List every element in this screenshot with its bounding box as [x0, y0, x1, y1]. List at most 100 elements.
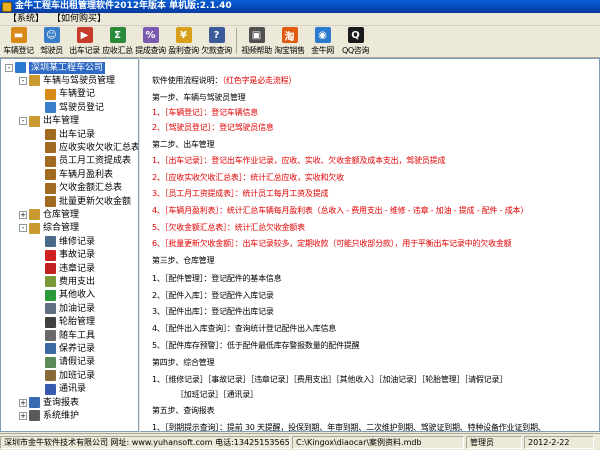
- toolbar-button-summary[interactable]: Σ 应收汇总: [101, 26, 134, 57]
- tree-node[interactable]: 其他收入: [45, 289, 95, 302]
- tree-node[interactable]: 驾驶员登记: [45, 101, 104, 114]
- tree-node[interactable]: 加班记录: [45, 369, 95, 382]
- toolbar-button-globe[interactable]: ◉ 金牛网: [306, 26, 339, 57]
- company-icon: [15, 62, 26, 73]
- tree-node[interactable]: + 查询报表: [19, 396, 79, 409]
- tree-node[interactable]: - 综合管理: [19, 222, 79, 235]
- instruction-text: （红色字是必走流程）: [222, 75, 297, 85]
- doc-icon: [45, 196, 56, 207]
- folder-icon: [29, 209, 40, 221]
- tree-node[interactable]: 员工月工资提成表: [45, 155, 131, 168]
- toolbar-button-commission[interactable]: % 提成查询: [134, 26, 167, 57]
- tree-node[interactable]: 违章记录: [45, 262, 95, 275]
- toolbar-button-video[interactable]: ▣ 视频帮助: [240, 26, 273, 57]
- leave-icon: [45, 356, 56, 368]
- tree-node[interactable]: 出车记录: [45, 128, 95, 141]
- tree-node[interactable]: 保养记录: [45, 342, 95, 355]
- tree-node-label: 维修记录: [59, 236, 96, 247]
- navigation-tree[interactable]: - 深圳某工程车公司 - 车辆与驾驶员管理车辆登记 驾驶员登记 - 出车管理 出车记录 应收实收…: [0, 58, 139, 432]
- tree-node[interactable]: 车辆登记: [45, 88, 95, 101]
- tree-node-label: 违章记录: [59, 263, 96, 274]
- status-bar: 深圳市金牛软件技术有限公司 网址: www.yuhansoft.com 电话:1…: [0, 433, 600, 450]
- instruction-line: 3、［员工月工资提成表］：统计员工每月工资及提成: [152, 188, 328, 199]
- instruction-line: 5、［配件库存预警］：低于配件最低库存警报数量的配件提醒: [152, 340, 360, 351]
- tree-node[interactable]: 请假记录: [45, 356, 95, 369]
- toolbar-button-truck[interactable]: ▬ 车辆登记: [2, 26, 35, 57]
- collapse-icon[interactable]: -: [19, 117, 27, 126]
- toolbar-button-taobao[interactable]: 淘淘宝销售: [273, 26, 306, 57]
- instruction-text: 3、［员工月工资提成表］：统计员工每月工资及提成: [152, 189, 329, 199]
- instruction-line: 第二步、出车管理: [152, 139, 215, 150]
- tree-node[interactable]: 维修记录: [45, 235, 95, 248]
- toolbar-button-label: QQ咨询: [342, 46, 369, 55]
- menu-how-to-buy[interactable]: 【如何购买】: [48, 13, 110, 25]
- toolbar-button-label: 盈利查询: [168, 46, 199, 55]
- expand-icon[interactable]: +: [19, 411, 27, 420]
- tree-node[interactable]: 加油记录: [45, 302, 95, 315]
- instruction-text: 5、［欠收金额汇总表］：统计汇总欠收金额表: [152, 222, 305, 232]
- tree-node[interactable]: 批量更新欠收金额: [45, 195, 131, 208]
- collapse-icon[interactable]: -: [19, 76, 27, 85]
- toolbar-button-label: 出车记录: [69, 46, 100, 55]
- toolbar-button-profit[interactable]: ¥ 盈利查询: [167, 26, 200, 57]
- instruction-text: 软件使用流程说明：: [152, 75, 223, 85]
- tree-node-label: 车辆登记: [59, 89, 96, 100]
- tree-node[interactable]: 随车工具: [45, 329, 95, 342]
- driver-icon: [45, 102, 56, 114]
- toolbar-button-label: 金牛网: [311, 46, 334, 55]
- toolbar-button-debt[interactable]: ? 欠款查询: [200, 26, 233, 57]
- toolbar-button-qq[interactable]: Q QQ咨询: [339, 26, 372, 57]
- instruction-line: 1、［到期提示查询］：提前 30 天提醒，投保到期、年审到期、二次维护到期、驾驶…: [152, 422, 546, 433]
- truck-icon: [45, 88, 56, 100]
- tree-node[interactable]: 费用支出: [45, 275, 95, 288]
- profit-icon: ¥: [175, 27, 192, 43]
- instruction-text: ［加班记录］［通讯录］: [176, 390, 258, 400]
- summary-icon: Σ: [109, 27, 126, 43]
- tree-node[interactable]: 欠收金额汇总表: [45, 182, 122, 195]
- tree-node-label: 加油记录: [59, 303, 96, 314]
- instruction-line: 2、［配件入库］：登记配件入库记录: [152, 290, 274, 301]
- toolbar-button-dispatch[interactable]: ▶ 出车记录: [68, 26, 101, 57]
- tree-node[interactable]: 车辆月盈利表: [45, 168, 113, 181]
- instruction-line: 第一步、车辆与驾驶员管理: [152, 92, 246, 103]
- report-icon: [29, 397, 40, 408]
- toolbar-button-label: 车辆登记: [3, 46, 34, 55]
- status-database-path: C:\Kingox\diaocar\案例资料.mdb: [292, 435, 464, 449]
- doc-icon: [45, 142, 56, 154]
- status-user: 管理员: [466, 435, 522, 449]
- instruction-line: 软件使用流程说明：（红色字是必走流程）: [152, 75, 296, 86]
- tree-node[interactable]: 应收实收欠收汇总表: [45, 141, 138, 154]
- video-icon: ▣: [248, 27, 265, 43]
- tree-node[interactable]: 轮胎管理: [45, 316, 95, 329]
- tree-node[interactable]: 事故记录: [45, 249, 95, 262]
- expand-icon[interactable]: +: [19, 210, 27, 219]
- tree-node-label: 随车工具: [59, 330, 96, 341]
- status-date: 2012-2-22: [524, 435, 594, 449]
- instruction-text: 5、［配件库存预警］：低于配件最低库存警报数量的配件提醒: [152, 340, 360, 350]
- tree-node-label: 请假记录: [59, 357, 96, 368]
- menu-system[interactable]: 【系统】: [4, 13, 48, 25]
- collapse-icon[interactable]: -: [5, 63, 13, 72]
- collapse-icon[interactable]: -: [19, 224, 27, 233]
- tree-node[interactable]: - 深圳某工程车公司: [5, 61, 106, 74]
- window-title: 金牛工程车出租管理软件2012年版本 单机版:2.1.40: [15, 1, 232, 11]
- accident-icon: [45, 249, 56, 261]
- tree-node[interactable]: + 仓库管理: [19, 208, 79, 221]
- status-company-info: 深圳市金牛软件技术有限公司 网址: www.yuhansoft.com 电话:1…: [0, 435, 290, 449]
- tree-node[interactable]: - 出车管理: [19, 115, 79, 128]
- expand-icon[interactable]: +: [19, 398, 27, 407]
- tree-node[interactable]: + 系统维护: [19, 409, 79, 422]
- tree-node[interactable]: 通讯录: [45, 383, 86, 396]
- doc-icon: [45, 169, 56, 181]
- toolbar-button-label: 提成查询: [135, 46, 166, 55]
- toolbar-button-label: 应收汇总: [102, 46, 133, 55]
- toolbar-button-driver[interactable]: ☺ 驾驶员: [35, 26, 68, 57]
- instruction-text: 第一步、车辆与驾驶员管理: [152, 93, 246, 103]
- toolbar: ▬ 车辆登记 ☺ 驾驶员 ▶ 出车记录 Σ 应收汇总% 提成查询 ¥ 盈利查询? 欠款查询 ▣ 视频帮助淘…: [0, 26, 600, 58]
- tree-node-label: 员工月工资提成表: [59, 156, 132, 167]
- globe-icon: ◉: [314, 27, 331, 43]
- overtime-icon: [45, 370, 56, 382]
- instruction-text: 第四步、综合管理: [152, 357, 215, 367]
- tree-node-label: 加班记录: [59, 370, 96, 381]
- tree-node[interactable]: - 车辆与驾驶员管理: [19, 74, 115, 87]
